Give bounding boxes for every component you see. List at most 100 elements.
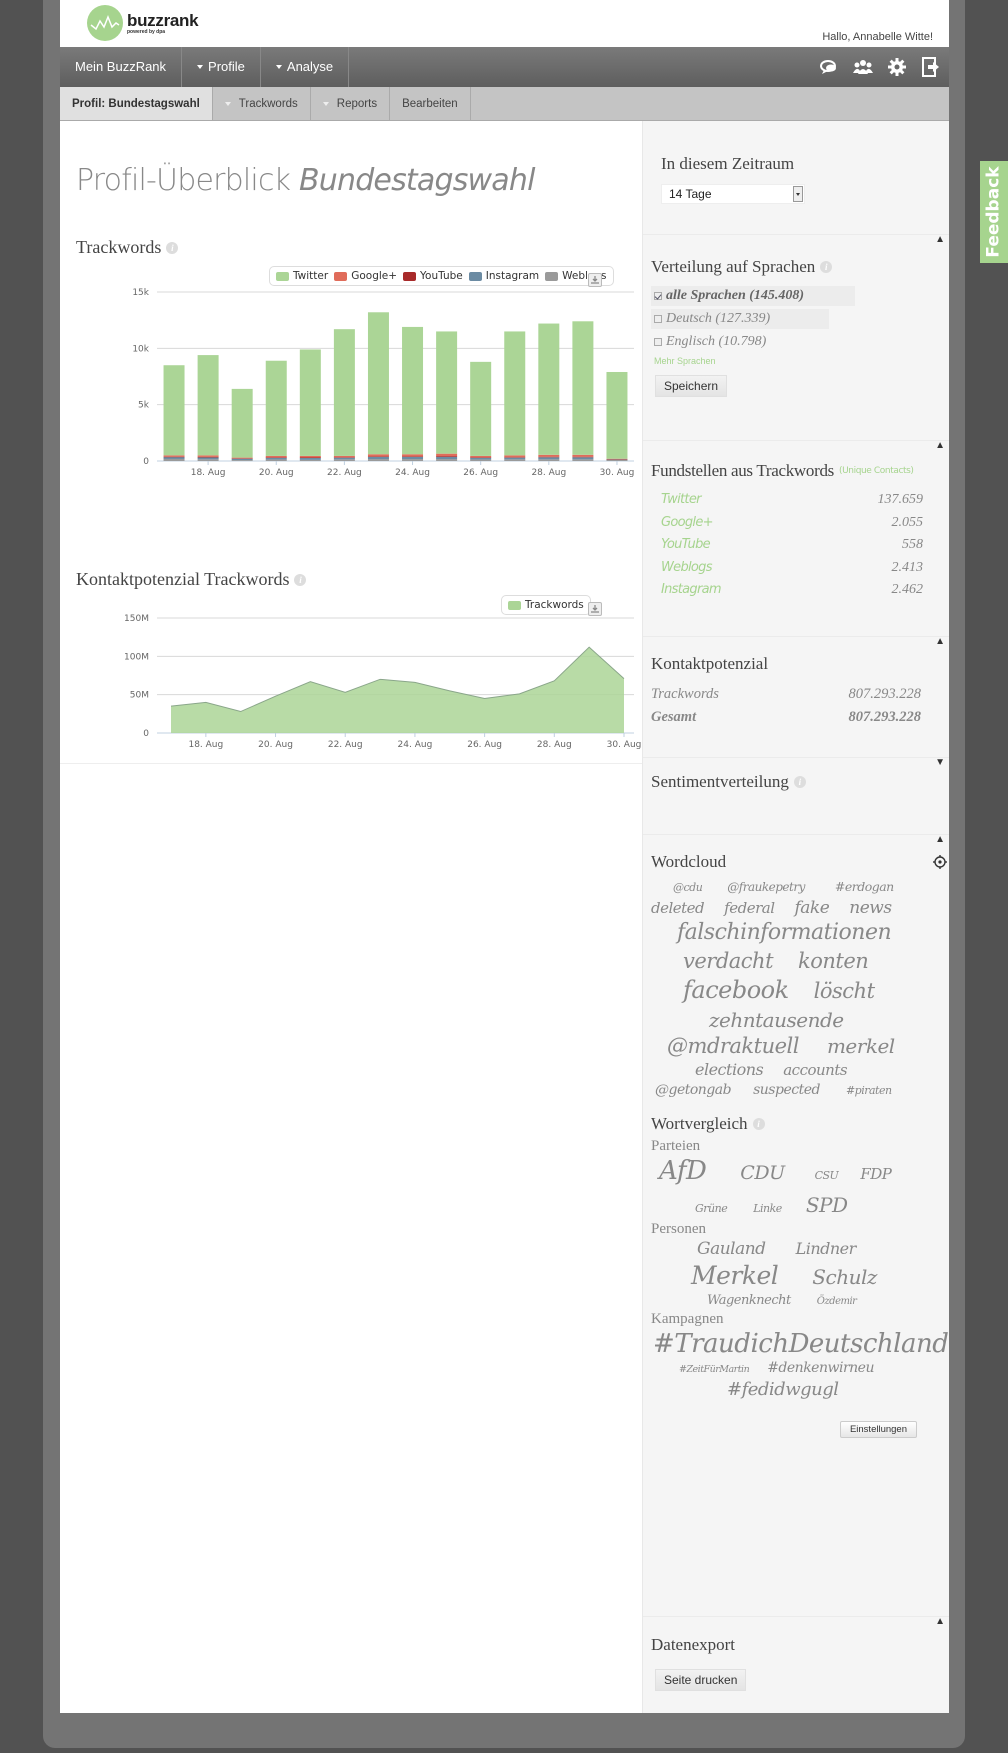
bar-weblogs-12[interactable] <box>572 459 594 461</box>
wortvergleich-word[interactable]: AfD <box>659 1155 707 1188</box>
collapse-up-icon[interactable]: ▲ <box>935 234 945 245</box>
users-icon[interactable] <box>853 57 873 77</box>
bar-instagram-6[interactable] <box>367 456 389 460</box>
bar-weblogs-10[interactable] <box>504 459 526 461</box>
expand-down-icon[interactable]: ▼ <box>935 757 945 768</box>
bar-google-13[interactable] <box>606 458 628 460</box>
bar-instagram-12[interactable] <box>572 457 594 460</box>
bar-youtube-6[interactable] <box>367 456 389 457</box>
source-link[interactable]: YouTube <box>661 534 711 557</box>
bar-google-9[interactable] <box>470 455 492 458</box>
bar-instagram-1[interactable] <box>197 457 219 460</box>
bar-instagram-4[interactable] <box>299 457 321 460</box>
bar-twitter-13[interactable] <box>606 371 628 459</box>
collapse-up-icon[interactable]: ▲ <box>935 636 945 647</box>
bar-google-10[interactable] <box>504 455 526 458</box>
zeitraum-select[interactable]: 14 Tage <box>661 184 805 204</box>
bar-instagram-2[interactable] <box>231 458 253 461</box>
gear-icon[interactable] <box>887 57 907 77</box>
wordcloud-word[interactable]: #piraten <box>846 1082 892 1100</box>
bar-google-4[interactable] <box>299 455 321 458</box>
bar-google-0[interactable] <box>163 455 185 457</box>
wordcloud-word[interactable]: elections <box>695 1060 764 1081</box>
wortvergleich-word[interactable]: Schulz <box>812 1262 877 1293</box>
einstellungen-button[interactable]: Einstellungen <box>839 1421 917 1439</box>
print-page-button[interactable]: Seite drucken <box>655 1669 747 1691</box>
legend-item-trackwords[interactable]: Trackwords <box>508 599 584 611</box>
bar-youtube-3[interactable] <box>265 457 287 458</box>
wordcloud-word[interactable]: @cdu <box>673 879 703 897</box>
bar-weblogs-13[interactable] <box>606 459 628 461</box>
bar-twitter-7[interactable] <box>402 326 424 455</box>
wordcloud-word[interactable]: merkel <box>827 1033 895 1060</box>
bar-instagram-5[interactable] <box>333 457 355 460</box>
logo[interactable]: buzzrank powered by dpa <box>87 5 199 41</box>
bar-instagram-7[interactable] <box>402 456 424 460</box>
source-link[interactable]: Instagram <box>661 579 722 602</box>
bar-weblogs-0[interactable] <box>163 458 185 461</box>
subnav-reports[interactable]: Reports <box>311 87 391 120</box>
nav-mein-buzzrank[interactable]: Mein BuzzRank <box>60 47 183 87</box>
collapse-up-icon[interactable]: ▲ <box>935 1616 945 1627</box>
bar-youtube-1[interactable] <box>197 456 219 458</box>
wortvergleich-word[interactable]: #denkenwirneu <box>767 1360 874 1378</box>
bar-instagram-8[interactable] <box>436 456 458 460</box>
wortvergleich-word[interactable]: CDU <box>740 1157 785 1190</box>
feedback-tab[interactable]: Feedback <box>980 161 1008 263</box>
wortvergleich-word[interactable]: Gauland <box>697 1239 766 1260</box>
checkbox[interactable] <box>654 315 662 323</box>
language-option-all[interactable]: alle Sprachen (145.408) <box>651 286 855 306</box>
wortvergleich-word[interactable]: Grüne <box>695 1196 728 1221</box>
wortvergleich-word[interactable]: Merkel <box>691 1260 779 1291</box>
subnav-trackwords[interactable]: Trackwords <box>213 87 311 120</box>
bar-twitter-3[interactable] <box>265 360 287 456</box>
bar-google-8[interactable] <box>436 453 458 457</box>
wortvergleich-word[interactable]: Özdemir <box>817 1294 857 1310</box>
wordcloud-word[interactable]: news <box>849 897 892 919</box>
nav-profile[interactable]: Profile <box>182 47 261 87</box>
info-icon[interactable]: i <box>294 573 307 586</box>
bar-youtube-0[interactable] <box>163 456 185 458</box>
bar-youtube-9[interactable] <box>470 457 492 458</box>
bar-youtube-7[interactable] <box>402 456 424 457</box>
wortvergleich-word[interactable]: Linke <box>753 1196 782 1221</box>
language-option-deutsch[interactable]: Deutsch (127.339) <box>651 309 829 329</box>
wordcloud-word[interactable]: @mdraktuell <box>667 1033 799 1060</box>
info-icon[interactable]: i <box>166 241 179 254</box>
bar-youtube-11[interactable] <box>538 456 560 458</box>
bar-weblogs-4[interactable] <box>299 459 321 461</box>
save-languages-button[interactable]: Speichern <box>655 375 728 397</box>
bar-twitter-10[interactable] <box>504 331 526 456</box>
bar-weblogs-11[interactable] <box>538 459 560 461</box>
wortvergleich-word[interactable]: #TraudichDeutschland <box>653 1328 949 1361</box>
wortvergleich-word[interactable]: FDP <box>860 1158 892 1191</box>
chat-icon[interactable] <box>819 57 839 77</box>
bar-twitter-8[interactable] <box>436 331 458 454</box>
bar-weblogs-6[interactable] <box>367 459 389 461</box>
bar-youtube-8[interactable] <box>436 456 458 457</box>
bar-instagram-10[interactable] <box>504 457 526 460</box>
bar-weblogs-1[interactable] <box>197 459 219 461</box>
wortvergleich-word[interactable]: SPD <box>806 1193 848 1218</box>
logout-icon[interactable] <box>921 57 941 77</box>
bar-google-7[interactable] <box>402 454 424 457</box>
wordcloud-word[interactable]: @fraukepetry <box>727 878 805 896</box>
checkbox-checked[interactable] <box>654 292 662 300</box>
bar-twitter-1[interactable] <box>197 355 219 456</box>
wordcloud-word[interactable]: deleted <box>651 897 705 919</box>
nav-analyse[interactable]: Analyse <box>261 47 350 87</box>
wordcloud-settings-icon[interactable] <box>933 855 947 874</box>
bar-twitter-5[interactable] <box>333 329 355 456</box>
bar-google-11[interactable] <box>538 454 560 457</box>
wordcloud-word[interactable]: falschinformationen <box>677 919 892 948</box>
language-option-englisch[interactable]: Englisch (10.798) <box>651 332 933 352</box>
bar-google-12[interactable] <box>572 454 594 457</box>
bar-weblogs-3[interactable] <box>265 459 287 461</box>
bar-google-1[interactable] <box>197 455 219 457</box>
bar-twitter-0[interactable] <box>163 365 185 456</box>
wortvergleich-word[interactable]: Lindner <box>796 1238 857 1259</box>
wordcloud-word[interactable]: konten <box>798 948 869 975</box>
bar-youtube-12[interactable] <box>572 456 594 458</box>
info-icon[interactable]: i <box>793 776 806 788</box>
bar-twitter-9[interactable] <box>470 361 492 456</box>
